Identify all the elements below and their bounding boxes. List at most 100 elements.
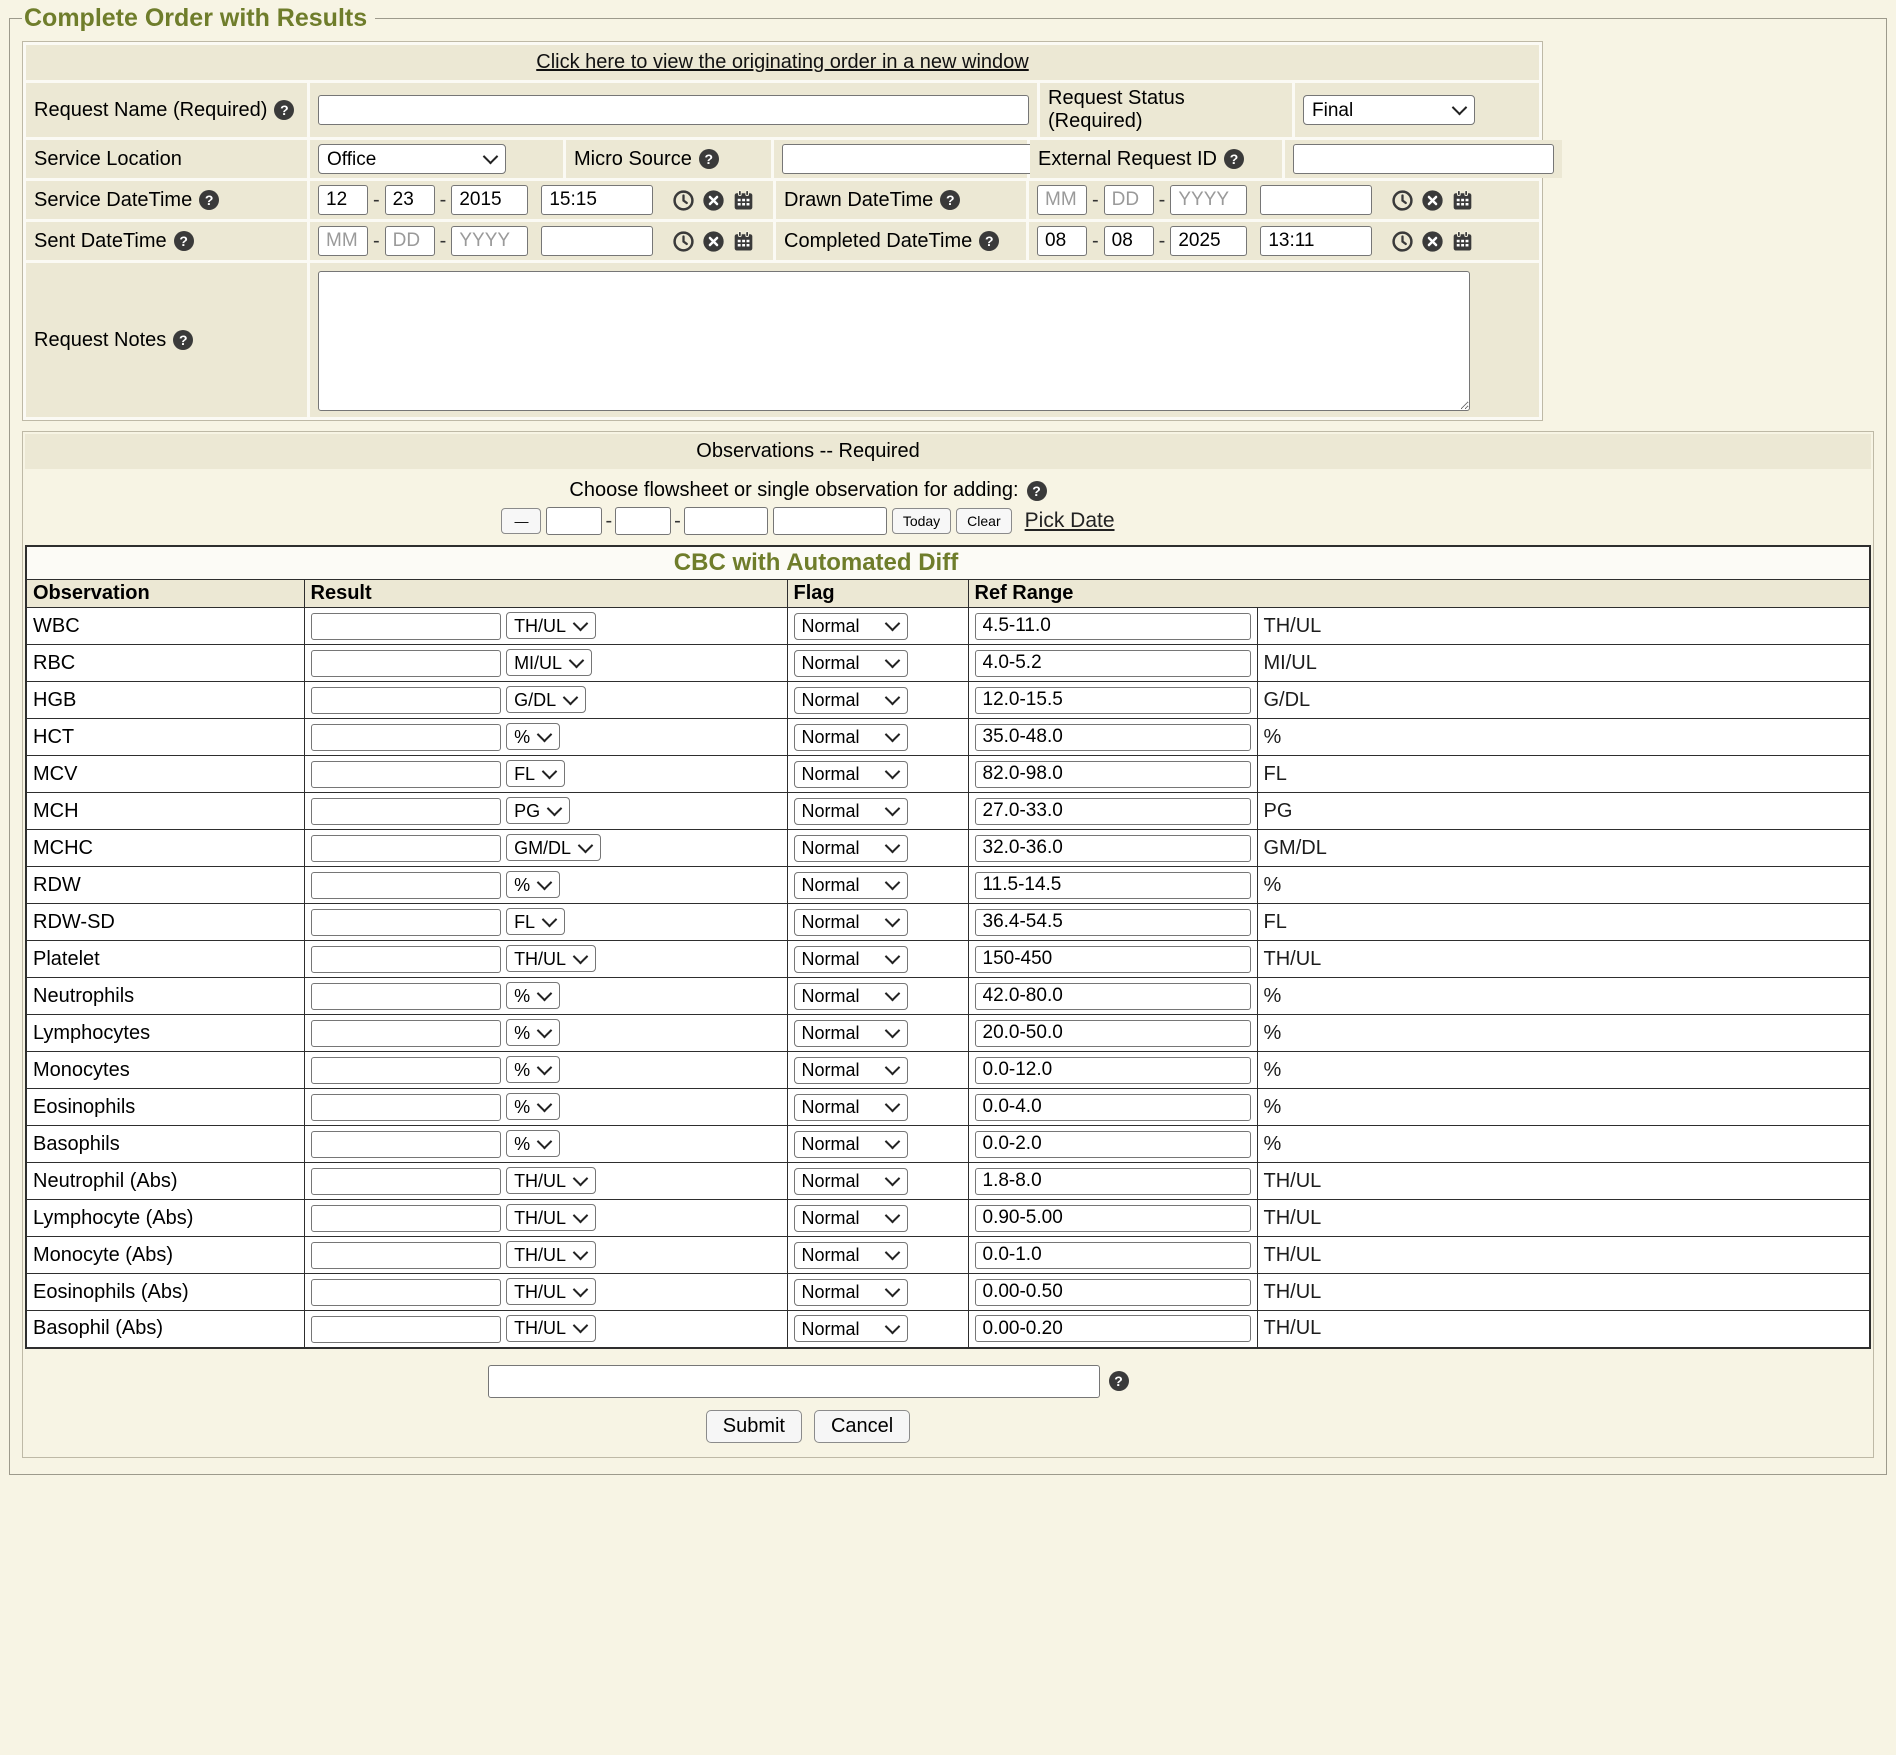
help-icon[interactable]: ? xyxy=(1109,1371,1129,1391)
flag-select[interactable]: Normal xyxy=(794,983,908,1010)
result-unit-select[interactable]: TH/UL xyxy=(506,1241,596,1268)
service-location-select[interactable]: Office xyxy=(318,144,506,174)
result-input[interactable] xyxy=(311,1205,501,1232)
ref-range-input[interactable] xyxy=(975,1094,1251,1121)
service-day-input[interactable] xyxy=(385,185,435,215)
request-notes-textarea[interactable] xyxy=(318,271,1470,411)
ref-range-input[interactable] xyxy=(975,1279,1251,1306)
flag-select[interactable]: Normal xyxy=(794,1131,908,1158)
result-input[interactable] xyxy=(311,1057,501,1084)
ref-range-input[interactable] xyxy=(975,724,1251,751)
flag-select[interactable]: Normal xyxy=(794,650,908,677)
result-input[interactable] xyxy=(311,946,501,973)
result-input[interactable] xyxy=(311,761,501,788)
result-unit-select[interactable]: TH/UL xyxy=(506,1278,596,1305)
external-request-id-input[interactable] xyxy=(1293,144,1554,174)
result-unit-select[interactable]: % xyxy=(506,871,560,898)
result-input[interactable] xyxy=(311,835,501,862)
service-year-input[interactable] xyxy=(451,185,528,215)
help-icon[interactable]: ? xyxy=(173,330,193,350)
ref-range-input[interactable] xyxy=(975,872,1251,899)
picker-year-input[interactable] xyxy=(684,507,768,535)
drawn-time-input[interactable] xyxy=(1260,185,1372,215)
flag-select[interactable]: Normal xyxy=(794,1020,908,1047)
completed-month-input[interactable] xyxy=(1037,226,1087,256)
result-input[interactable] xyxy=(311,1020,501,1047)
result-input[interactable] xyxy=(311,724,501,751)
calendar-icon[interactable] xyxy=(732,230,755,253)
help-icon[interactable]: ? xyxy=(940,190,960,210)
ref-range-input[interactable] xyxy=(975,650,1251,677)
flag-select[interactable]: Normal xyxy=(794,724,908,751)
help-icon[interactable]: ? xyxy=(174,231,194,251)
result-unit-select[interactable]: % xyxy=(506,1093,560,1120)
picker-month-input[interactable] xyxy=(546,507,602,535)
help-icon[interactable]: ? xyxy=(1027,481,1047,501)
result-unit-select[interactable]: PG xyxy=(506,797,570,824)
ref-range-input[interactable] xyxy=(975,1020,1251,1047)
clear-date-icon[interactable] xyxy=(1421,230,1444,253)
flag-select[interactable]: Normal xyxy=(794,1242,908,1269)
flag-select[interactable]: Normal xyxy=(794,872,908,899)
ref-range-input[interactable] xyxy=(975,835,1251,862)
flag-select[interactable]: Normal xyxy=(794,1094,908,1121)
result-input[interactable] xyxy=(311,983,501,1010)
help-icon[interactable]: ? xyxy=(274,100,294,120)
result-unit-select[interactable]: G/DL xyxy=(506,686,586,713)
result-unit-select[interactable]: TH/UL xyxy=(506,612,596,639)
ref-range-input[interactable] xyxy=(975,798,1251,825)
help-icon[interactable]: ? xyxy=(699,149,719,169)
result-unit-select[interactable]: % xyxy=(506,1056,560,1083)
calendar-icon[interactable] xyxy=(1451,230,1474,253)
ref-range-input[interactable] xyxy=(975,1057,1251,1084)
flag-select[interactable]: Normal xyxy=(794,798,908,825)
result-unit-select[interactable]: TH/UL xyxy=(506,945,596,972)
result-input[interactable] xyxy=(311,1094,501,1121)
result-unit-select[interactable]: % xyxy=(506,982,560,1009)
result-input[interactable] xyxy=(311,687,501,714)
cancel-button[interactable]: Cancel xyxy=(814,1410,910,1443)
help-icon[interactable]: ? xyxy=(979,231,999,251)
ref-range-input[interactable] xyxy=(975,1131,1251,1158)
ref-range-input[interactable] xyxy=(975,1168,1251,1195)
drawn-year-input[interactable] xyxy=(1170,185,1247,215)
result-unit-select[interactable]: TH/UL xyxy=(506,1167,596,1194)
ref-range-input[interactable] xyxy=(975,946,1251,973)
result-input[interactable] xyxy=(311,1131,501,1158)
clear-date-icon[interactable] xyxy=(702,189,725,212)
drawn-month-input[interactable] xyxy=(1037,185,1087,215)
completed-time-input[interactable] xyxy=(1260,226,1372,256)
flag-select[interactable]: Normal xyxy=(794,1315,908,1342)
flag-select[interactable]: Normal xyxy=(794,761,908,788)
flag-select[interactable]: Normal xyxy=(794,1168,908,1195)
result-unit-select[interactable]: % xyxy=(506,1019,560,1046)
result-input[interactable] xyxy=(311,613,501,640)
picker-time-input[interactable] xyxy=(773,507,887,535)
ref-range-input[interactable] xyxy=(975,687,1251,714)
clear-date-icon[interactable] xyxy=(702,230,725,253)
ref-range-input[interactable] xyxy=(975,761,1251,788)
clear-button[interactable]: Clear xyxy=(956,508,1011,534)
result-input[interactable] xyxy=(311,1279,501,1306)
flag-select[interactable]: Normal xyxy=(794,1205,908,1232)
service-month-input[interactable] xyxy=(318,185,368,215)
completed-year-input[interactable] xyxy=(1170,226,1247,256)
calendar-icon[interactable] xyxy=(1451,189,1474,212)
drawn-day-input[interactable] xyxy=(1104,185,1154,215)
ref-range-input[interactable] xyxy=(975,1205,1251,1232)
flag-select[interactable]: Normal xyxy=(794,835,908,862)
calendar-icon[interactable] xyxy=(732,189,755,212)
clock-icon[interactable] xyxy=(672,189,695,212)
ref-range-input[interactable] xyxy=(975,909,1251,936)
ref-range-input[interactable] xyxy=(975,983,1251,1010)
result-unit-select[interactable]: FL xyxy=(506,908,565,935)
bottom-text-input[interactable] xyxy=(488,1365,1100,1398)
submit-button[interactable]: Submit xyxy=(706,1410,802,1443)
flag-select[interactable]: Normal xyxy=(794,946,908,973)
result-input[interactable] xyxy=(311,1316,501,1343)
result-input[interactable] xyxy=(311,798,501,825)
remove-flowsheet-button[interactable]: — xyxy=(501,508,541,534)
sent-month-input[interactable] xyxy=(318,226,368,256)
clock-icon[interactable] xyxy=(1391,230,1414,253)
sent-day-input[interactable] xyxy=(385,226,435,256)
